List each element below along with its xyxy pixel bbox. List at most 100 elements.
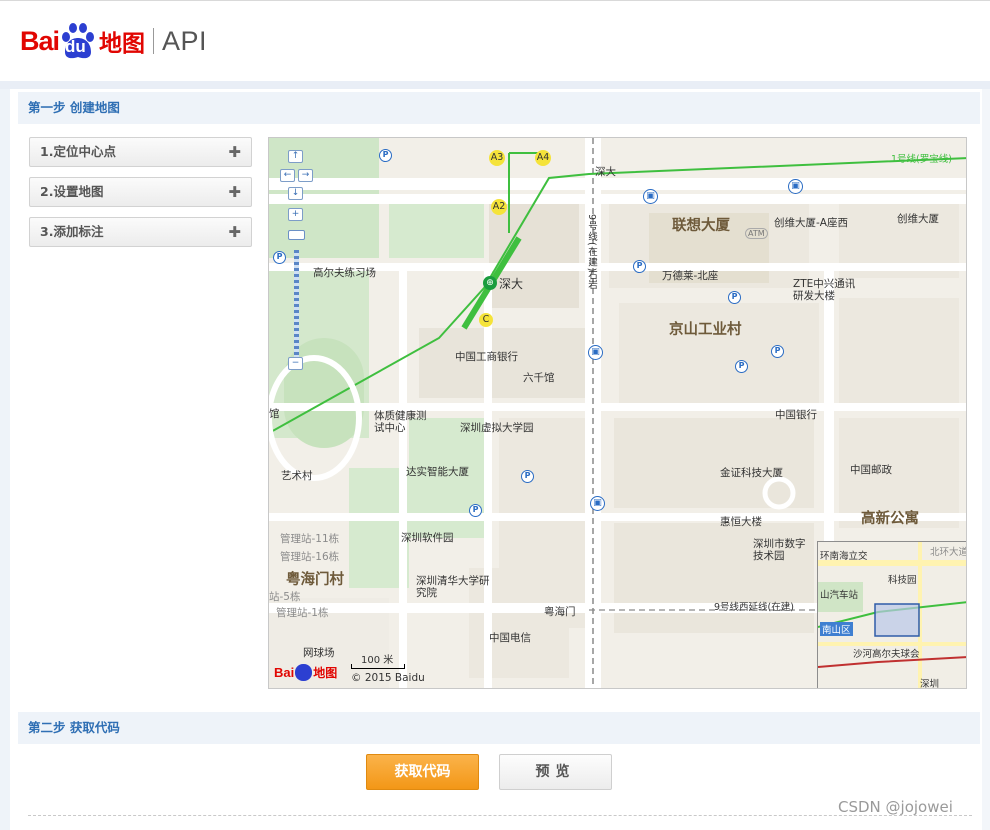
zoom-slider-track[interactable] — [294, 250, 299, 362]
metro-station-icon[interactable]: ⊕ — [483, 276, 497, 290]
map-label-huiheng: 惠恒大楼 — [720, 516, 762, 528]
preview-button[interactable]: 预览 — [499, 754, 612, 790]
parking-icon[interactable]: P — [728, 291, 741, 304]
accordion-label: 2.设置地图 — [40, 184, 104, 199]
parking-icon[interactable]: P — [379, 149, 392, 162]
exit-a4-marker[interactable]: A4 — [535, 150, 551, 166]
map-label-wangqiu: 网球场 — [303, 647, 335, 659]
right-gutter — [982, 89, 990, 830]
exit-a2-marker[interactable]: A2 — [491, 199, 507, 215]
logo-bai-text: Bai — [20, 25, 60, 56]
accordion-locate-center[interactable]: 1.定位中心点 ✚ — [29, 137, 252, 167]
minimap-base — [818, 542, 966, 688]
map-label-jingshan: 京山工业村 — [669, 322, 742, 338]
map-label-yuehai: 粤海门村 — [286, 572, 344, 588]
map-label-shenda-top: 深大 — [595, 166, 616, 178]
map-canvas[interactable]: 深大 1号线(罗宝线) 联想大厦 创维大厦-A座西 创维大厦 高尔夫练习场 深大… — [268, 137, 967, 689]
get-code-button[interactable]: 获取代码 — [366, 754, 479, 790]
map-label-guanli1: 管理站-1栋 — [276, 607, 329, 619]
minimap-label-5: 南山区 — [820, 622, 853, 636]
minimap-label-2: 北环大道 — [930, 547, 967, 558]
map-label-boc: 中国银行 — [775, 409, 817, 421]
logo-api-text: API — [162, 25, 208, 56]
map-label-guanli16: 管理站-16栋 — [280, 551, 340, 563]
map-label-line1: 1号线(罗宝线) — [891, 154, 952, 165]
baidu-map-api-logo[interactable]: Bai du 地图 API — [20, 15, 207, 67]
map-label-telecom: 中国电信 — [489, 632, 531, 644]
exit-a3-marker[interactable]: A3 — [489, 150, 505, 166]
header: Bai du 地图 API — [0, 1, 990, 81]
bus-stop-icon[interactable]: ▣ — [588, 345, 603, 360]
scale-label: 100 米 — [361, 655, 394, 666]
zoom-in-button[interactable]: + — [288, 208, 303, 221]
bus-stop-icon[interactable]: ▣ — [788, 179, 803, 194]
map-label-chuangwei: 创维大厦 — [897, 213, 939, 225]
baidu-paw-icon — [295, 664, 313, 681]
map-brand-logo[interactable]: Bai 地图 — [274, 664, 337, 681]
bus-stop-icon[interactable]: ▣ — [590, 496, 605, 511]
map-label-gaoxin: 高新公寓 — [861, 511, 919, 527]
copyright-text: © 2015 Baidu — [351, 672, 425, 684]
map-label-shuma: 深圳市数字技术园 — [753, 538, 806, 562]
map-label-chuangwei-a: 创维大厦-A座西 — [774, 217, 848, 229]
zoom-out-button[interactable]: − — [288, 357, 303, 370]
plus-icon[interactable]: ✚ — [228, 138, 241, 166]
parking-icon[interactable]: P — [771, 345, 784, 358]
pan-down-button[interactable]: ↓ — [288, 187, 303, 200]
overview-minimap[interactable]: 环南海立交 北环大道 科技园 山汽车站 南山区 沙河高尔夫球会 深圳 — [817, 541, 967, 689]
exit-c-marker[interactable]: C — [479, 313, 493, 327]
map-label-jinzheng: 金证科技大厦 — [720, 467, 783, 479]
map-label-yishucun: 艺术村 — [281, 470, 313, 482]
map-brand-ditu: 地图 — [313, 666, 338, 680]
map-label-zhan5: 站-5栋 — [269, 591, 301, 603]
map-label-line9-vertical: 9号线(在建) — [586, 214, 597, 273]
plus-icon[interactable]: ✚ — [228, 218, 241, 246]
map-label-zte: ZTE中兴通讯研发大楼 — [793, 278, 856, 302]
map-label-guan: 馆 — [269, 408, 280, 420]
parking-icon[interactable]: P — [633, 260, 646, 273]
accordion-label: 3.添加标注 — [40, 224, 104, 239]
map-label-liuqianguan: 六千馆 — [523, 372, 555, 384]
parking-icon[interactable]: P — [273, 251, 286, 264]
map-label-guanli11: 管理站-11栋 — [280, 533, 340, 545]
left-gutter — [0, 89, 10, 830]
map-label-shenda-station: 深大 — [499, 277, 524, 291]
baidu-paw-icon: du — [60, 22, 96, 60]
step2-header: 第二步 获取代码 — [18, 712, 980, 744]
header-divider-bar — [0, 81, 990, 89]
accordion-add-marker[interactable]: 3.添加标注 ✚ — [29, 217, 252, 247]
step1-header: 第一步 创建地图 — [18, 92, 980, 124]
map-label-icbc: 中国工商银行 — [455, 351, 518, 363]
zoom-slider-handle[interactable] — [288, 230, 305, 240]
dashed-divider — [28, 815, 972, 816]
map-label-wandekai: 万德莱-北座 — [662, 270, 719, 282]
bus-stop-icon[interactable]: ▣ — [643, 189, 658, 204]
minimap-label-7: 深圳 — [920, 679, 940, 689]
parking-icon[interactable]: P — [469, 504, 482, 517]
logo-ditu-text: 地图 — [99, 31, 146, 57]
pan-up-button[interactable]: ↑ — [288, 150, 303, 163]
pan-left-button[interactable]: ← — [280, 169, 295, 182]
minimap-label-1: 环南海立交 — [820, 551, 868, 562]
accordion-label: 1.定位中心点 — [40, 144, 116, 159]
pan-right-button[interactable]: → — [298, 169, 313, 182]
accordion-map-settings[interactable]: 2.设置地图 ✚ — [29, 177, 252, 207]
map-brand-bai: Bai — [274, 665, 295, 680]
map-label-dashi: 达实智能大厦 — [406, 466, 469, 478]
map-label-tsinghua: 深圳清华大学研究院 — [416, 575, 490, 599]
atm-marker[interactable]: ATM — [745, 228, 768, 239]
map-label-ruanjian: 深圳软件园 — [401, 532, 454, 544]
plus-icon[interactable]: ✚ — [228, 178, 241, 206]
logo-divider — [153, 28, 155, 54]
parking-icon[interactable]: P — [521, 470, 534, 483]
map-label-golf: 高尔夫练习场 — [313, 267, 376, 279]
map-label-lenovo: 联想大厦 — [672, 218, 730, 234]
parking-icon[interactable]: P — [735, 360, 748, 373]
map-label-xuni: 深圳虚拟大学园 — [460, 422, 534, 434]
minimap-label-6: 沙河高尔夫球会 — [853, 649, 920, 660]
watermark-text: CSDN @jojowei — [838, 798, 953, 816]
logo-du-text: du — [65, 37, 86, 56]
map-label-post: 中国邮政 — [850, 464, 892, 476]
map-label-line9west: 9号线西延线(在建) — [714, 602, 794, 613]
map-label-shiyan: 石岩 — [586, 270, 597, 289]
